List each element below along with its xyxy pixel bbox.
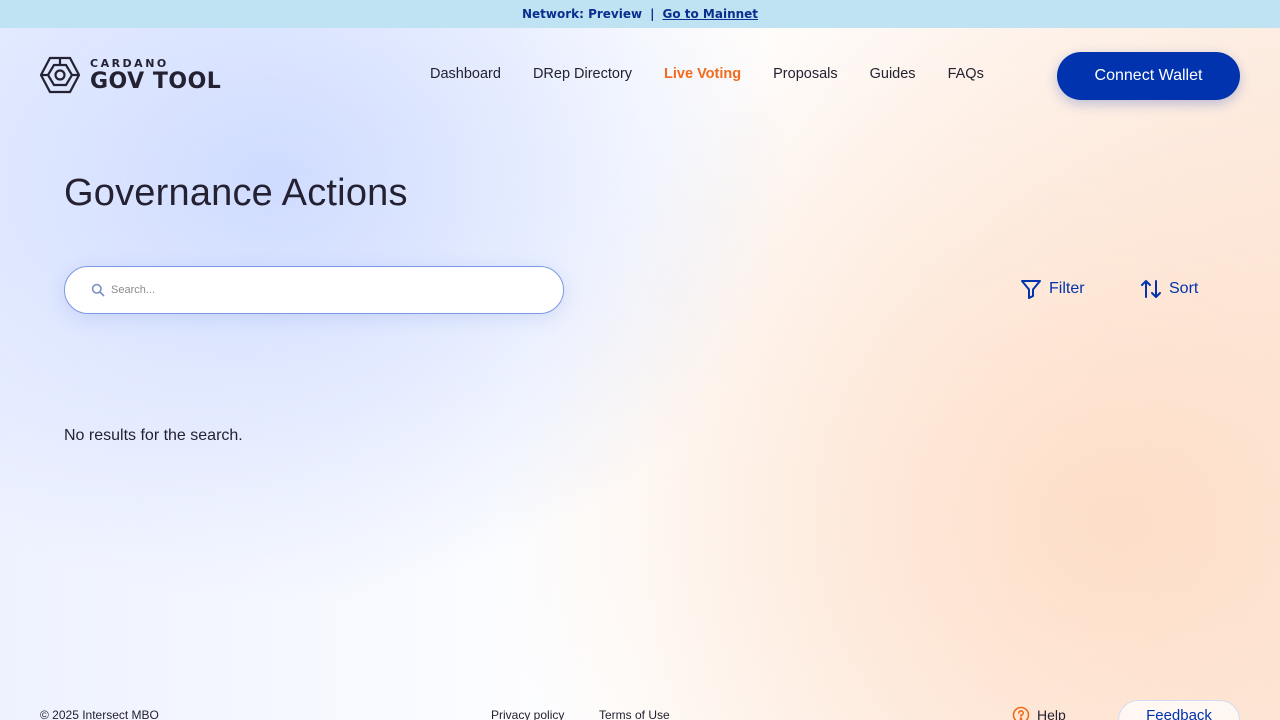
- nav-guides[interactable]: Guides: [870, 66, 916, 82]
- sort-arrows-icon: [1141, 280, 1161, 298]
- nav-dashboard[interactable]: Dashboard: [430, 66, 501, 82]
- nav-faqs[interactable]: FAQs: [948, 66, 984, 82]
- nav-live-voting[interactable]: Live Voting: [664, 66, 741, 82]
- sort-button[interactable]: Sort: [1140, 278, 1198, 300]
- sort-label: Sort: [1169, 280, 1199, 297]
- logo-cardano-text: CARDANO: [90, 56, 169, 70]
- nav-drep-directory[interactable]: DRep Directory: [533, 66, 632, 82]
- page-title: Governance Actions: [64, 172, 408, 214]
- banner-separator: |: [650, 7, 655, 21]
- top-navigation: CARDANO GOV TOOL Dashboard DRep Director…: [0, 28, 1280, 124]
- terms-of-use-link[interactable]: Terms of Use: [599, 708, 670, 720]
- nav-proposals[interactable]: Proposals: [773, 66, 837, 82]
- hexagon-logo-icon: [40, 56, 80, 94]
- help-label: Help: [1037, 707, 1066, 720]
- search-bar[interactable]: [64, 266, 564, 314]
- empty-results-message: No results for the search.: [64, 427, 243, 444]
- go-to-mainnet-link[interactable]: Go to Mainnet: [662, 7, 758, 21]
- search-icon: [91, 283, 105, 297]
- help-button[interactable]: Help: [1012, 706, 1066, 720]
- footer: © 2025 Intersect MBO Privacy policy Term…: [0, 700, 1280, 720]
- filter-button[interactable]: Filter: [1020, 278, 1085, 300]
- feedback-button[interactable]: Feedback: [1118, 700, 1240, 720]
- copyright-text: © 2025 Intersect MBO: [40, 708, 159, 720]
- app-logo[interactable]: CARDANO GOV TOOL: [40, 56, 221, 94]
- network-banner: Network: Preview | Go to Mainnet: [0, 0, 1280, 28]
- help-icon: [1012, 706, 1030, 720]
- network-label: Network: Preview: [521, 7, 643, 21]
- filter-label: Filter: [1049, 280, 1085, 297]
- main-nav: Dashboard DRep Directory Live Voting Pro…: [430, 66, 1016, 82]
- privacy-policy-link[interactable]: Privacy policy: [491, 708, 564, 720]
- search-input[interactable]: [111, 284, 531, 296]
- connect-wallet-button[interactable]: Connect Wallet: [1057, 52, 1240, 100]
- filter-icon: [1021, 280, 1041, 299]
- logo-govtool-text: GOV TOOL: [90, 68, 222, 94]
